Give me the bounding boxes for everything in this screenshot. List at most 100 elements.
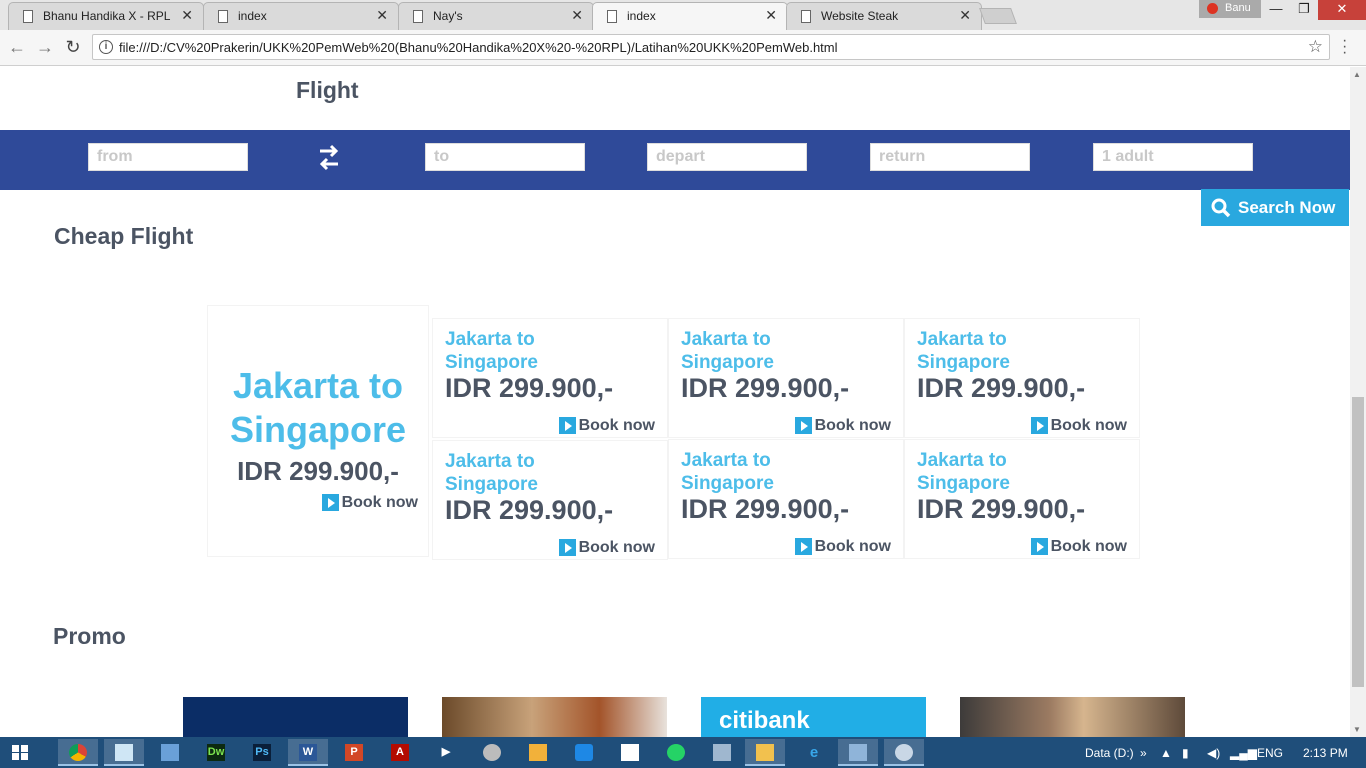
new-tab-button[interactable] (979, 8, 1017, 24)
url-text[interactable]: file:///D:/CV%20Prakerin/UKK%20PemWeb%20… (119, 40, 838, 55)
sync-taskbar-button[interactable] (564, 739, 604, 766)
search-now-button[interactable]: Search Now (1201, 189, 1349, 226)
vertical-scrollbar[interactable]: ▲ ▼ (1350, 67, 1366, 737)
return-input[interactable]: return (870, 143, 1030, 171)
battery-icon[interactable]: ▮ (1182, 746, 1189, 760)
chrome-dev-taskbar-button[interactable] (472, 739, 512, 766)
dreamweaver-taskbar-button[interactable]: Dw (196, 739, 236, 766)
window-taskbar-button[interactable] (838, 739, 878, 766)
media-player-taskbar-button[interactable]: ▶ (426, 739, 466, 766)
signal-icon[interactable]: ▂▄▆ (1230, 746, 1257, 760)
tab-index-active[interactable]: index ✕ (592, 2, 788, 30)
promo-image[interactable] (960, 697, 1185, 737)
citibank-logo: citibank (719, 707, 810, 734)
close-tab-icon[interactable]: ✕ (181, 7, 193, 24)
profile-icon (1207, 3, 1218, 14)
window-close-button[interactable]: ✕ (1318, 0, 1366, 20)
address-toolbar: ← → ↻ i file:///D:/CV%20Prakerin/UKK%20P… (0, 30, 1366, 66)
swap-icon[interactable] (316, 142, 342, 174)
restore-button[interactable]: ❐ (1290, 0, 1318, 20)
card-price: IDR 299.900,- (917, 494, 1086, 524)
to-input[interactable]: to (425, 143, 585, 171)
info-icon[interactable]: i (99, 40, 113, 54)
word-taskbar-button[interactable]: W (288, 739, 328, 766)
minimize-button[interactable]: — (1262, 0, 1290, 20)
book-now-link[interactable]: Book now (1030, 538, 1127, 556)
card-price: IDR 299.900,- (445, 495, 614, 525)
book-now-link[interactable]: Book now (794, 417, 891, 435)
drive-label[interactable]: Data (D:) (1085, 746, 1134, 760)
close-tab-icon[interactable]: ✕ (765, 7, 777, 24)
tab-title: Nay's (433, 9, 463, 23)
forward-icon[interactable]: → (34, 37, 56, 58)
powerpoint-taskbar-button[interactable]: P (334, 739, 374, 766)
play-icon (1030, 417, 1048, 434)
browser-menu-icon[interactable]: · · · (1342, 33, 1347, 61)
book-now-link[interactable]: Book now (794, 538, 891, 556)
depart-input[interactable]: depart (647, 143, 807, 171)
flight-card: Jakarta to Singapore IDR 299.900,- Book … (904, 318, 1140, 438)
card-route: Jakarta to Singapore (917, 329, 1010, 373)
settings-taskbar-button[interactable] (884, 739, 924, 766)
page-icon (801, 10, 811, 23)
language-indicator[interactable]: ENG (1257, 746, 1283, 760)
card-price: IDR 299.900,- (681, 373, 850, 403)
flight-heading: Flight (296, 77, 359, 103)
address-bar[interactable]: i file:///D:/CV%20Prakerin/UKK%20PemWeb%… (92, 34, 1330, 60)
close-tab-icon[interactable]: ✕ (959, 7, 971, 24)
notepad-taskbar-button[interactable] (104, 739, 144, 766)
tab-bhanu-handika[interactable]: Bhanu Handika X - RPL ✕ (8, 2, 204, 30)
promo-heading: Promo (53, 623, 126, 649)
close-tab-icon[interactable]: ✕ (571, 7, 583, 24)
book-now-link[interactable]: Book now (558, 539, 655, 557)
scroll-down-icon[interactable]: ▼ (1353, 725, 1361, 734)
tab-website-steak[interactable]: Website Steak ✕ (786, 2, 982, 30)
book-now-link[interactable]: Book now (558, 417, 655, 435)
passengers-input[interactable]: 1 adult (1093, 143, 1253, 171)
featured-price: IDR 299.900,- (237, 456, 399, 486)
network-taskbar-button[interactable] (702, 739, 742, 766)
explorer-taskbar-button[interactable] (745, 739, 785, 766)
tab-nays[interactable]: Nay's ✕ (398, 2, 594, 30)
play-icon (794, 417, 812, 434)
reload-icon[interactable]: ↻ (62, 37, 84, 58)
photoshop-taskbar-button[interactable]: Ps (242, 739, 282, 766)
promo-citibank[interactable]: citibank (701, 697, 926, 737)
chevron-right-icon[interactable]: » (1140, 746, 1147, 760)
tab-index-1[interactable]: index ✕ (203, 2, 399, 30)
tray-up-icon[interactable]: ▲ (1160, 746, 1172, 760)
whatsapp-taskbar-button[interactable] (656, 739, 696, 766)
page-icon (218, 10, 228, 23)
book-now-link[interactable]: Book now (321, 494, 418, 512)
explorer-icon (756, 744, 774, 761)
word-icon: W (299, 744, 317, 761)
bookmark-star-icon[interactable]: ☆ (1308, 37, 1323, 57)
scrollbar-thumb[interactable] (1352, 397, 1364, 687)
windows-icon (12, 745, 28, 760)
promo-image[interactable] (183, 697, 408, 737)
start-button[interactable] (0, 739, 40, 766)
close-tab-icon[interactable]: ✕ (376, 7, 388, 24)
document-taskbar-button[interactable] (610, 739, 650, 766)
book-now-label: Book now (1050, 538, 1127, 555)
promo-image[interactable] (442, 697, 667, 737)
card-route: Jakarta to Singapore (445, 329, 538, 373)
flight-search-bar: from to depart return 1 adult (0, 130, 1350, 190)
files-taskbar-button[interactable] (518, 739, 558, 766)
back-icon[interactable]: ← (6, 37, 28, 58)
notepad-icon (115, 744, 133, 761)
scroll-up-icon[interactable]: ▲ (1353, 70, 1361, 79)
acrobat-taskbar-button[interactable]: A (380, 739, 420, 766)
clock[interactable]: 2:13 PM (1303, 746, 1348, 760)
ie-taskbar-button[interactable]: e (794, 739, 834, 766)
page-icon (413, 10, 423, 23)
card-route: Jakarta to Singapore (445, 451, 538, 495)
book-now-link[interactable]: Book now (1030, 417, 1127, 435)
virtualbox-taskbar-button[interactable] (150, 739, 190, 766)
from-input[interactable]: from (88, 143, 248, 171)
media-player-icon: ▶ (441, 746, 451, 758)
profile-button[interactable]: Banu (1199, 0, 1261, 18)
chrome-taskbar-button[interactable] (58, 739, 98, 766)
volume-icon[interactable]: ◀) (1207, 746, 1220, 760)
book-now-label: Book now (578, 539, 655, 556)
